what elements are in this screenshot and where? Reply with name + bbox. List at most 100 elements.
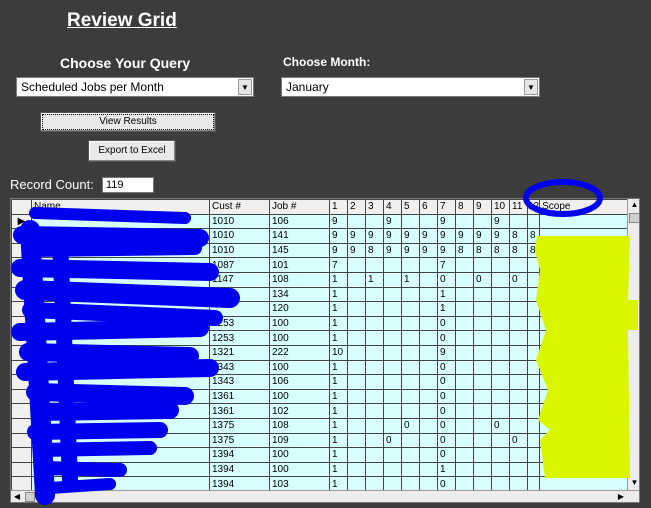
- cell-month[interactable]: [473, 257, 492, 273]
- column-header[interactable]: Job #: [269, 199, 330, 215]
- cell-name[interactable]: [31, 447, 210, 463]
- cell-month[interactable]: [491, 330, 510, 346]
- cell-month[interactable]: [526, 271, 541, 288]
- cell-month[interactable]: [347, 388, 366, 405]
- cell-month[interactable]: [473, 432, 492, 449]
- cell-month[interactable]: [347, 461, 366, 478]
- cell-scope[interactable]: [539, 461, 631, 478]
- cell-month[interactable]: 1: [329, 388, 348, 405]
- cell-month[interactable]: [401, 344, 420, 361]
- cell-month[interactable]: 8: [526, 228, 541, 244]
- cell-month[interactable]: [419, 330, 438, 346]
- cell-month[interactable]: [509, 461, 528, 478]
- cell-month[interactable]: [365, 315, 384, 332]
- cell-month[interactable]: [347, 403, 366, 419]
- cell-month[interactable]: 0: [437, 417, 456, 434]
- cell-month[interactable]: [526, 213, 541, 230]
- cell-month[interactable]: 9: [437, 228, 456, 244]
- column-header[interactable]: Name: [31, 199, 210, 215]
- query-select[interactable]: Scheduled Jobs per Month ▼: [16, 77, 254, 97]
- row-selector[interactable]: [11, 257, 32, 273]
- table-row[interactable]: 1147 134 1 1: [11, 286, 631, 303]
- cell-name[interactable]: [31, 286, 210, 303]
- cell-month[interactable]: [491, 432, 510, 449]
- cell-month[interactable]: [491, 344, 510, 361]
- cell-month[interactable]: [383, 359, 402, 376]
- cell-month[interactable]: [347, 286, 366, 303]
- cell-month[interactable]: [383, 374, 402, 390]
- cell-month[interactable]: [509, 301, 528, 317]
- cell-month[interactable]: [509, 359, 528, 376]
- cell-month[interactable]: 9: [383, 242, 402, 259]
- cell-scope[interactable]: [539, 286, 631, 303]
- cell-name[interactable]: [31, 359, 210, 376]
- cell-month[interactable]: 0: [437, 359, 456, 376]
- cell-month[interactable]: [401, 432, 420, 449]
- cell-month[interactable]: [383, 417, 402, 434]
- cell-cust[interactable]: 1394: [209, 461, 270, 478]
- scroll-left-icon[interactable]: ◀: [11, 491, 23, 502]
- cell-month[interactable]: [401, 374, 420, 390]
- cell-month[interactable]: [419, 344, 438, 361]
- cell-job[interactable]: 141: [269, 228, 330, 244]
- cell-month[interactable]: 1: [365, 271, 384, 288]
- cell-job[interactable]: 108: [269, 271, 330, 288]
- cell-month[interactable]: [401, 447, 420, 463]
- cell-month[interactable]: 1: [329, 432, 348, 449]
- cell-month[interactable]: [347, 257, 366, 273]
- cell-month[interactable]: [509, 330, 528, 346]
- table-row[interactable]: 1087 101 7 7: [11, 257, 631, 273]
- cell-month[interactable]: [509, 447, 528, 463]
- row-selector[interactable]: [11, 315, 32, 332]
- cell-cust[interactable]: 1010: [209, 242, 270, 259]
- cell-month[interactable]: [526, 417, 541, 434]
- cell-month[interactable]: [347, 271, 366, 288]
- table-row[interactable]: 1394 100 1 0: [11, 447, 631, 463]
- cell-month[interactable]: [526, 315, 541, 332]
- cell-month[interactable]: [419, 417, 438, 434]
- cell-scope[interactable]: [539, 228, 631, 244]
- cell-month[interactable]: [526, 374, 541, 390]
- cell-month[interactable]: [491, 461, 510, 478]
- cell-month[interactable]: 9: [401, 228, 420, 244]
- cell-month[interactable]: [455, 417, 474, 434]
- cell-month[interactable]: 1: [329, 461, 348, 478]
- column-header[interactable]: 11: [509, 199, 528, 215]
- cell-month[interactable]: 7: [437, 257, 456, 273]
- cell-month[interactable]: [509, 374, 528, 390]
- cell-month[interactable]: [509, 315, 528, 332]
- table-row[interactable]: 1147 108 1 1 1 0 0 0: [11, 271, 631, 288]
- cell-month[interactable]: 1: [437, 286, 456, 303]
- cell-month[interactable]: [383, 403, 402, 419]
- cell-month[interactable]: 1: [329, 271, 348, 288]
- cell-month[interactable]: [509, 417, 528, 434]
- table-row[interactable]: 1361 100 1 0: [11, 388, 631, 405]
- cell-month[interactable]: [455, 213, 474, 230]
- cell-job[interactable]: 100: [269, 330, 330, 346]
- cell-month[interactable]: [347, 213, 366, 230]
- cell-month[interactable]: [419, 271, 438, 288]
- vertical-scrollbar[interactable]: ▲ ▼: [627, 199, 639, 491]
- cell-scope[interactable]: [539, 330, 631, 346]
- row-selector[interactable]: ▶: [11, 213, 32, 230]
- cell-month[interactable]: [526, 257, 541, 273]
- cell-month[interactable]: [491, 374, 510, 390]
- cell-month[interactable]: 0: [491, 417, 510, 434]
- cell-month[interactable]: [491, 257, 510, 273]
- cell-month[interactable]: [473, 330, 492, 346]
- cell-month[interactable]: 9: [347, 228, 366, 244]
- cell-month[interactable]: [419, 315, 438, 332]
- cell-name[interactable]: [31, 213, 210, 230]
- cell-scope[interactable]: [539, 271, 631, 288]
- cell-month[interactable]: [526, 461, 541, 478]
- cell-month[interactable]: 8: [455, 242, 474, 259]
- cell-month[interactable]: [419, 301, 438, 317]
- cell-month[interactable]: [473, 388, 492, 405]
- cell-month[interactable]: [383, 257, 402, 273]
- cell-cust[interactable]: 1147: [209, 286, 270, 303]
- cell-name[interactable]: [31, 228, 210, 244]
- cell-month[interactable]: 0: [509, 271, 528, 288]
- cell-month[interactable]: [401, 257, 420, 273]
- cell-name[interactable]: [31, 344, 210, 361]
- column-header[interactable]: 12: [526, 199, 541, 215]
